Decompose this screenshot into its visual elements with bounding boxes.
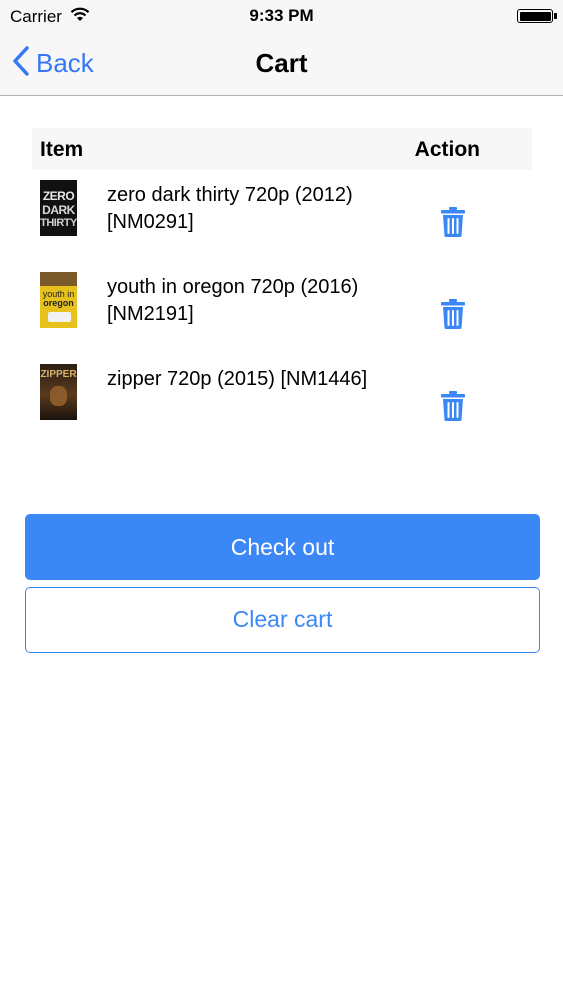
checkout-button[interactable]: Check out — [25, 514, 540, 580]
column-header-item: Item — [40, 138, 84, 161]
trash-icon[interactable] — [440, 206, 466, 238]
page-title: Cart — [255, 48, 308, 78]
status-bar: Carrier 9:33 PM — [0, 0, 563, 32]
movie-poster-image: youth in oregon — [40, 272, 77, 328]
item-title: youth in oregon 720p (2016) [NM2191] — [107, 276, 359, 325]
table-row: youth in oregon youth in oregon 720p (20… — [32, 264, 532, 356]
navigation-bar: Back Cart — [0, 32, 563, 96]
table-row: ZIPPER zipper 720p (2015) [NM1446] — [32, 356, 532, 448]
battery-icon — [517, 9, 557, 23]
movie-poster-image: ZERO DARK THIRTY — [40, 180, 77, 236]
clear-cart-button[interactable]: Clear cart — [25, 587, 540, 653]
status-time: 9:33 PM — [249, 6, 314, 25]
table-row: ZERO DARK THIRTY zero dark thirty 720p (… — [32, 172, 532, 264]
trash-icon[interactable] — [440, 298, 466, 330]
trash-icon[interactable] — [440, 390, 466, 422]
movie-poster-image: ZIPPER — [40, 364, 77, 420]
item-title: zero dark thirty 720p (2012) [NM0291] — [107, 184, 353, 233]
table-header: Item Action — [32, 128, 532, 170]
item-title: zipper 720p (2015) [NM1446] — [107, 368, 368, 390]
column-header-action: Action — [414, 138, 480, 161]
